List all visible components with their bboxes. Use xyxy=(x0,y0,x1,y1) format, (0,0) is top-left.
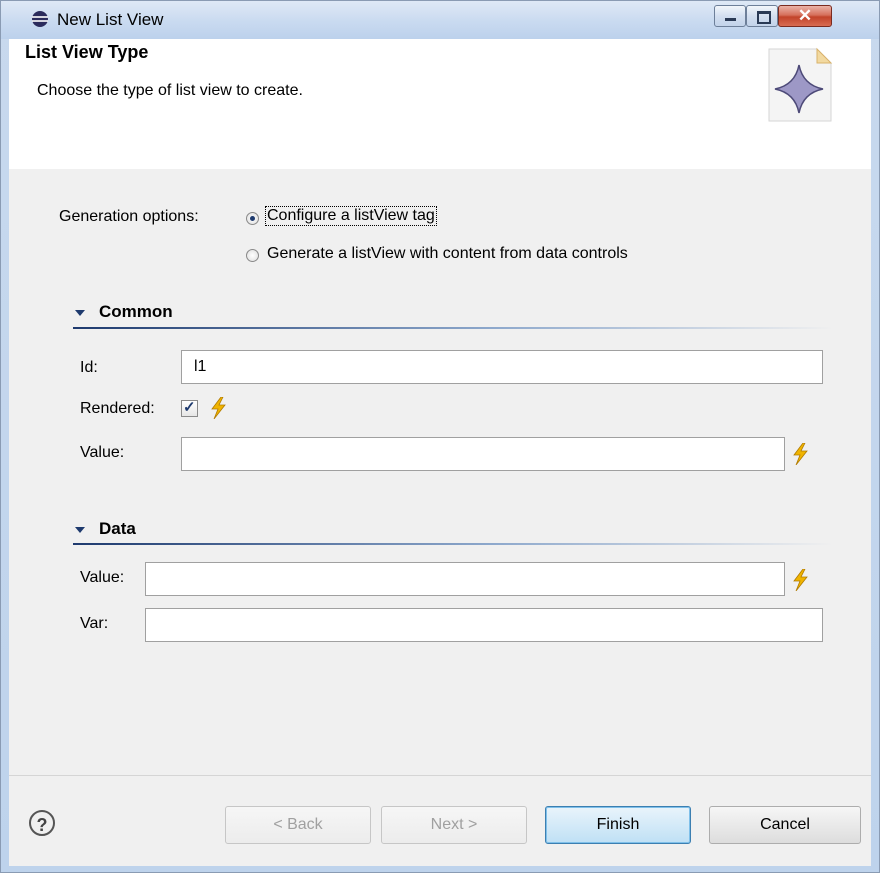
var-field[interactable] xyxy=(145,608,823,642)
wizard-banner-icon xyxy=(768,47,833,122)
next-button[interactable]: Next > xyxy=(381,806,527,844)
data-value-field[interactable] xyxy=(145,562,785,596)
help-icon[interactable]: ? xyxy=(29,810,55,836)
radio-configure-listview-label[interactable]: Configure a listView tag xyxy=(265,206,437,226)
maximize-icon xyxy=(757,11,771,24)
common-value-field[interactable] xyxy=(181,437,785,471)
collapse-data-icon[interactable] xyxy=(75,527,85,533)
radio-generate-from-data-controls-label[interactable]: Generate a listView with content from da… xyxy=(267,245,628,263)
maximize-button[interactable] xyxy=(746,5,778,27)
section-data-title[interactable]: Data xyxy=(99,519,136,539)
eclipse-icon xyxy=(32,11,48,27)
dialog-window: New List View ✕ List View Type Choose th… xyxy=(0,0,880,873)
title-bar[interactable]: New List View ✕ xyxy=(1,1,879,39)
page-subtitle: Choose the type of list view to create. xyxy=(37,82,303,99)
close-icon: ✕ xyxy=(797,6,813,25)
id-label: Id: xyxy=(80,359,98,376)
radio-generate-from-data-controls[interactable] xyxy=(246,249,259,262)
rendered-label: Rendered: xyxy=(80,400,155,417)
rendered-checkbox[interactable]: ✓ xyxy=(181,399,198,417)
close-button[interactable]: ✕ xyxy=(778,5,832,27)
data-value-label: Value: xyxy=(80,569,125,586)
value-label: Value: xyxy=(80,444,125,461)
wizard-header: List View Type Choose the type of list v… xyxy=(9,39,871,170)
radio-configure-listview[interactable] xyxy=(246,212,259,225)
collapse-common-icon[interactable] xyxy=(75,310,85,316)
checkmark-icon: ✓ xyxy=(183,399,196,416)
expression-bolt-icon[interactable] xyxy=(209,397,227,419)
wizard-footer: ? < Back Next > Finish Cancel xyxy=(9,775,871,866)
var-label: Var: xyxy=(80,615,109,632)
radio-selected-dot xyxy=(250,216,255,221)
cancel-button[interactable]: Cancel xyxy=(709,806,861,844)
section-data-separator xyxy=(73,543,833,545)
common-value-bolt-icon[interactable] xyxy=(791,443,809,465)
generation-options-label: Generation options: xyxy=(59,208,199,225)
section-common-separator xyxy=(73,327,833,329)
minimize-icon xyxy=(725,18,736,21)
wizard-content: Generation options: Configure a listView… xyxy=(9,169,871,775)
section-common-title[interactable]: Common xyxy=(99,302,173,322)
data-value-bolt-icon[interactable] xyxy=(791,569,809,591)
page-title: List View Type xyxy=(25,42,149,62)
window-title: New List View xyxy=(57,10,164,29)
id-field[interactable]: l1 xyxy=(181,350,823,384)
minimize-button[interactable] xyxy=(714,5,746,27)
finish-button[interactable]: Finish xyxy=(545,806,691,844)
back-button[interactable]: < Back xyxy=(225,806,371,844)
